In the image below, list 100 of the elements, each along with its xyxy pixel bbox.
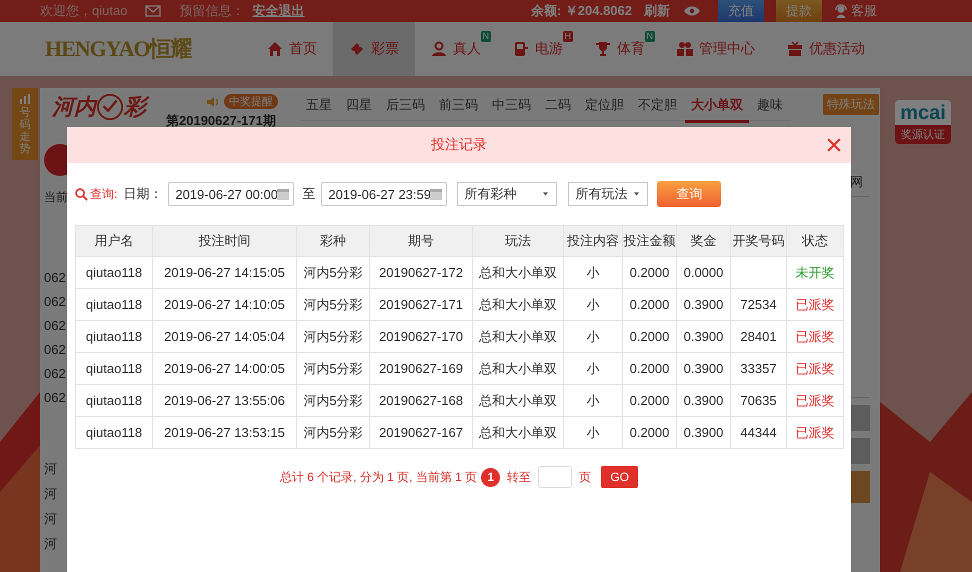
table-cell: 2019-06-27 14:15:05 [152, 256, 296, 288]
play-tab[interactable]: 不定胆 [632, 90, 683, 120]
table-cell: 0.3900 [676, 288, 730, 320]
nav-item[interactable]: 优惠活动 [771, 22, 881, 76]
table-cell: 0.2000 [622, 288, 676, 320]
play-tab[interactable]: 大小单双 [685, 90, 749, 123]
date-field[interactable]: 2019-06-27 23:59 [321, 182, 448, 206]
status-cell: 已派奖 [786, 352, 844, 384]
table-cell: 河内5分彩 [296, 384, 370, 416]
side-block [850, 405, 870, 431]
nav-item[interactable]: 首页 [251, 22, 333, 76]
table-cell: qiutao118 [76, 416, 152, 448]
play-tab[interactable]: 中三码 [486, 90, 537, 120]
table-cell: 44344 [730, 416, 786, 448]
to-label: 至 [302, 185, 316, 203]
column-header: 玩法 [472, 226, 564, 256]
mail-icon [145, 5, 162, 17]
dialog-title: 投注记录 [431, 136, 487, 154]
table-cell: 20190627-170 [370, 320, 472, 352]
headset-icon [834, 4, 848, 18]
table-cell: 0.3900 [676, 384, 730, 416]
date-field[interactable]: 2019-06-27 00:00 [168, 182, 294, 206]
close-button[interactable] [827, 138, 841, 152]
house-icon [267, 41, 283, 57]
play-tab[interactable]: 五星 [300, 90, 338, 120]
issue-number: 062 [44, 341, 67, 359]
side-text: 网 [850, 174, 864, 190]
lottery-ball [44, 144, 67, 176]
column-header: 用户名 [76, 226, 152, 256]
play-tab[interactable]: 定位胆 [579, 90, 630, 120]
issue-number: 062 [44, 365, 67, 383]
column-header: 开奖号码 [730, 226, 786, 256]
lottery-name: 河 [44, 485, 58, 503]
page-field[interactable] [538, 466, 572, 488]
play-tab[interactable]: 前三码 [433, 90, 484, 120]
refresh-link[interactable]: 刷新 [644, 2, 670, 20]
site-logo[interactable]: HENGYAO恒耀 [45, 34, 213, 64]
table-cell: 20190627-168 [370, 384, 472, 416]
table-cell: 2019-06-27 14:05:04 [152, 320, 296, 352]
column-header: 奖金 [676, 226, 730, 256]
query-button[interactable]: 查询 [657, 181, 722, 207]
badge: N [644, 31, 655, 42]
lottery-name: 河 [44, 535, 58, 553]
issue-number: 062 [44, 269, 67, 287]
status-cell: 已派奖 [786, 416, 844, 448]
current-page[interactable]: 1 [481, 468, 500, 486]
table-cell: 小 [564, 384, 622, 416]
play-tab[interactable]: 二码 [539, 90, 577, 120]
table-cell: 0.0000 [676, 256, 730, 288]
lottery-name: 河 [44, 460, 58, 478]
withdraw-button[interactable]: 提款 [776, 0, 822, 22]
goto-label: 转至 [507, 468, 532, 486]
column-header: 投注时间 [152, 226, 296, 256]
nav-item[interactable]: 体育 N [579, 22, 661, 76]
nav-item[interactable]: 真人 N [415, 22, 497, 76]
balance-text: 余额: ￥204.8062 [530, 2, 632, 20]
reserved-info-label: 预留信息： [179, 2, 244, 20]
side-block [850, 438, 870, 464]
page-label: 页 [579, 468, 592, 486]
table-cell: 28401 [730, 320, 786, 352]
nav-item[interactable]: 电游 H [497, 22, 579, 76]
query-label: 查询: [90, 186, 118, 202]
table-cell: 总和大小单双 [472, 320, 564, 352]
play-tab[interactable]: 后三码 [380, 90, 431, 120]
special-play-button[interactable]: 特殊玩法 [823, 94, 879, 115]
reminder-toggle[interactable]: 中奖提醒 [224, 94, 278, 109]
table-cell: 20190627-167 [370, 416, 472, 448]
play-tab[interactable]: 四星 [340, 90, 378, 120]
table-cell: 70635 [730, 384, 786, 416]
dropdown[interactable]: 所有玩法 [568, 182, 648, 206]
side-tab-label: 号码走势 [20, 107, 30, 156]
caret-icon [634, 192, 640, 196]
table-cell: qiutao118 [76, 288, 152, 320]
lottery-logo: 河内 彩 [52, 92, 148, 122]
table-cell: 0.3900 [676, 320, 730, 352]
table-cell: 河内5分彩 [296, 320, 370, 352]
customer-service-link[interactable]: 客服 [834, 2, 877, 20]
nav-item[interactable]: 彩票 [333, 22, 415, 76]
nav-item[interactable]: 管理中心 [661, 22, 771, 76]
table-cell: 2019-06-27 14:00:05 [152, 352, 296, 384]
logout-link[interactable]: 安全退出 [252, 2, 304, 20]
table-cell: 小 [564, 256, 622, 288]
game-machine-icon [513, 41, 529, 57]
table-cell: 河内5分彩 [296, 416, 370, 448]
dropdown[interactable]: 所有彩种 [457, 182, 558, 206]
table-cell: 总和大小单双 [472, 352, 564, 384]
badge: N [480, 31, 491, 42]
table-cell: 0.2000 [622, 416, 676, 448]
column-header: 状态 [786, 226, 844, 256]
status-cell: 未开奖 [786, 256, 844, 288]
deposit-button[interactable]: 充值 [718, 0, 764, 22]
trend-side-tab[interactable]: 号码走势 [12, 88, 38, 160]
table-cell: 20190627-172 [370, 256, 472, 288]
table-cell: 0.2000 [622, 256, 676, 288]
play-tab[interactable]: 趣味 [751, 90, 789, 120]
caret-icon [543, 192, 548, 196]
issue-number: 062 [44, 317, 67, 335]
eye-icon [684, 6, 700, 16]
status-cell: 已派奖 [786, 288, 844, 320]
go-button[interactable]: GO [601, 466, 638, 488]
